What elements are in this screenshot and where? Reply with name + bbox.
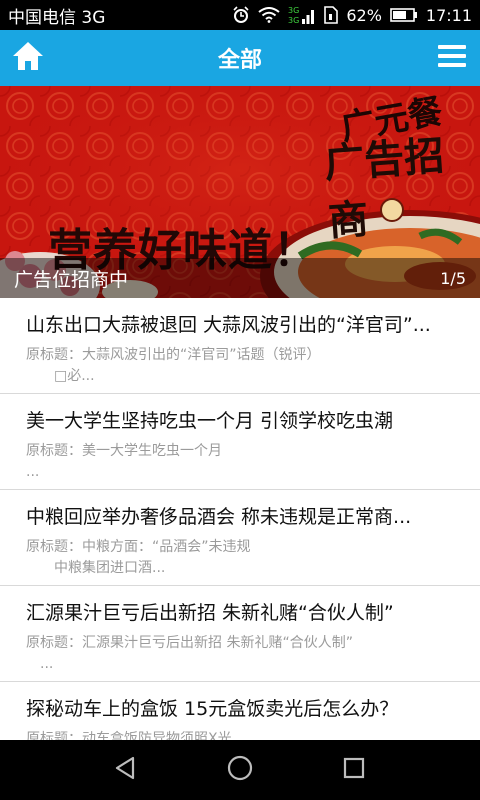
back-icon bbox=[113, 755, 139, 785]
news-summary: 原标题：中粮方面：“品酒会”未违规 bbox=[26, 539, 251, 555]
home-nav-button[interactable] bbox=[220, 750, 260, 790]
news-summary-continued: ... bbox=[26, 464, 40, 480]
news-item[interactable]: 美一大学生坚持吃虫一个月 引领学校吃虫潮 原标题：美一大学生吃虫一个月 ... bbox=[0, 394, 480, 490]
wifi-icon bbox=[258, 7, 280, 23]
banner-caption: 广告位招商中 bbox=[14, 268, 129, 291]
news-item[interactable]: 探秘动车上的盒饭 15元盒饭卖光后怎么办？ 原标题：动车盒饭防异物须照X光 bbox=[0, 682, 480, 740]
news-summary: 原标题：汇源果汁巨亏后出新招 朱新礼赌“合伙人制” bbox=[26, 635, 353, 651]
menu-icon bbox=[438, 44, 466, 72]
news-summary-continued: □必... bbox=[54, 368, 95, 384]
page-title: 全部 bbox=[217, 48, 262, 73]
home-button[interactable] bbox=[10, 40, 46, 76]
news-item[interactable]: 中粮回应举办奢侈品酒会 称未违规是正常商... 原标题：中粮方面：“品酒会”未违… bbox=[0, 490, 480, 586]
news-title: 探秘动车上的盒饭 15元盒饭卖光后怎么办？ bbox=[26, 698, 399, 720]
sim-icon bbox=[324, 6, 339, 24]
system-nav-bar bbox=[0, 740, 480, 800]
banner-slogan-right-2: 广告招商 bbox=[322, 121, 480, 247]
battery-percent: 62% bbox=[346, 5, 382, 25]
back-button[interactable] bbox=[106, 750, 146, 790]
svg-text:3G: 3G bbox=[288, 16, 299, 25]
news-summary: 原标题：美一大学生吃虫一个月 bbox=[26, 443, 222, 459]
status-right: 3G 3G 62% 17:11 bbox=[232, 5, 472, 25]
news-summary-continued: 中粮集团进口酒... bbox=[54, 560, 166, 576]
carrier-label: 中国电信 3G bbox=[8, 7, 106, 28]
ad-banner[interactable]: 营养好味道！ 广元餐 广告招商 广告位招商中 1/5 bbox=[0, 86, 480, 298]
alarm-icon bbox=[232, 6, 250, 24]
menu-button[interactable] bbox=[436, 42, 468, 74]
news-summary: 原标题：大蒜风波引出的“洋官司”话题（锐评） bbox=[26, 347, 321, 363]
news-summary-continued: ... bbox=[40, 656, 54, 672]
battery-icon bbox=[390, 7, 418, 23]
news-summary: 原标题：动车盒饭防异物须照X光 bbox=[26, 731, 232, 740]
news-item[interactable]: 汇源果汁巨亏后出新招 朱新礼赌“合伙人制” 原标题：汇源果汁巨亏后出新招 朱新礼… bbox=[0, 586, 480, 682]
news-item[interactable]: 山东出口大蒜被退回 大蒜风波引出的“洋官司”... 原标题：大蒜风波引出的“洋官… bbox=[0, 298, 480, 394]
status-bar: 中国电信 3G 3G 3G 62% 17:11 bbox=[0, 0, 480, 30]
banner-caption-bar: 广告位招商中 1/5 bbox=[0, 258, 480, 298]
clock: 17:11 bbox=[425, 5, 472, 25]
recents-icon bbox=[342, 756, 366, 784]
signal-icon: 3G 3G bbox=[288, 5, 316, 25]
news-title: 山东出口大蒜被退回 大蒜风波引出的“洋官司”... bbox=[26, 314, 431, 336]
news-title: 汇源果汁巨亏后出新招 朱新礼赌“合伙人制” bbox=[26, 602, 394, 624]
news-list: 山东出口大蒜被退回 大蒜风波引出的“洋官司”... 原标题：大蒜风波引出的“洋官… bbox=[0, 298, 480, 740]
recents-button[interactable] bbox=[334, 750, 374, 790]
news-title: 美一大学生坚持吃虫一个月 引领学校吃虫潮 bbox=[26, 410, 394, 432]
banner-slogan-right-line2: 广告招商 bbox=[322, 132, 446, 246]
svg-text:3G: 3G bbox=[288, 6, 299, 15]
home-icon bbox=[11, 40, 45, 76]
status-left: 中国电信 3G bbox=[8, 3, 105, 28]
home-circle-icon bbox=[226, 754, 254, 786]
app-header: 全部 bbox=[0, 30, 480, 86]
news-title: 中粮回应举办奢侈品酒会 称未违规是正常商... bbox=[26, 506, 412, 528]
banner-pager: 1/5 bbox=[440, 268, 466, 288]
